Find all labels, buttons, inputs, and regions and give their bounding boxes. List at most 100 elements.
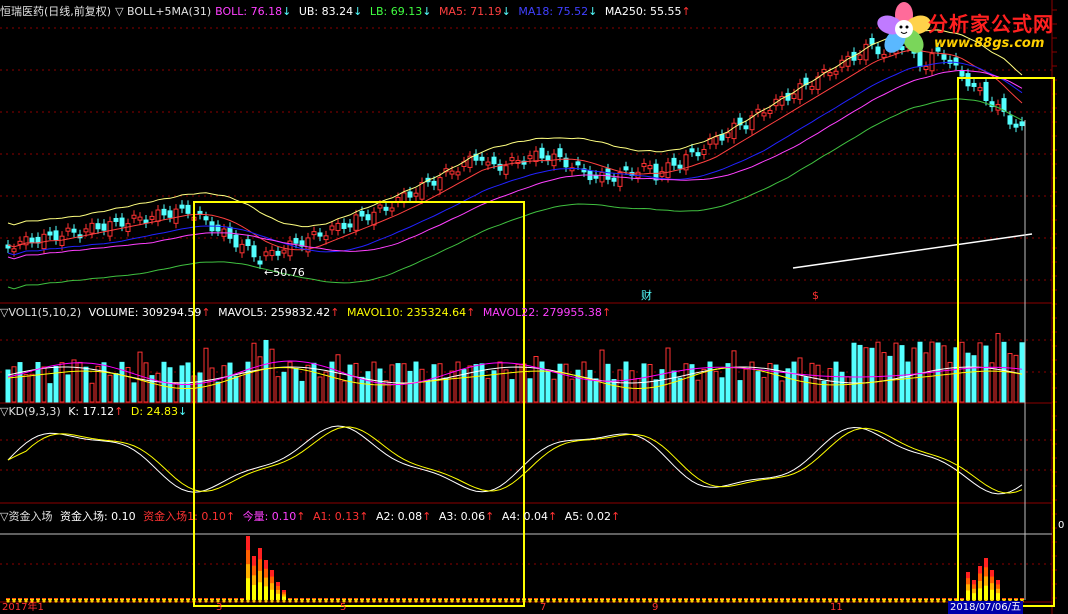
fund-title[interactable]: ▽资金入场 [0, 510, 52, 523]
fund-dot [402, 599, 406, 603]
candle [101, 223, 107, 231]
volume-bar [551, 378, 557, 403]
fund-dot [324, 599, 328, 603]
volume-bar [107, 374, 113, 403]
fund-dot [936, 599, 940, 603]
fund-dot [468, 599, 472, 603]
finance-marker[interactable]: 财 [641, 289, 652, 303]
fund-dot [204, 599, 208, 603]
candle [437, 177, 443, 191]
highlight-box-left [193, 201, 525, 607]
fund-dot [846, 599, 850, 603]
candle [557, 148, 563, 158]
volume-bar [761, 376, 767, 403]
candle [953, 57, 959, 66]
volume-bar [611, 378, 617, 403]
candle [167, 210, 173, 218]
stock-title: 恒瑞医药(日线,前复权) [0, 5, 112, 18]
fund-dot [504, 599, 508, 603]
volume-bar [749, 361, 755, 403]
fund-dot [558, 599, 562, 603]
fund-dot [906, 599, 910, 603]
candle [341, 222, 347, 229]
fund-dot [372, 599, 376, 603]
ma250-value: MA250: 55.55 [604, 5, 682, 18]
fund-dot [186, 599, 190, 603]
fund-dot [822, 599, 826, 603]
fund-dot [894, 599, 898, 603]
fund-dot [786, 599, 790, 603]
fund-dot [498, 599, 502, 603]
fund-dot [492, 599, 496, 603]
volume-bar [239, 372, 245, 403]
fund-dot [330, 599, 334, 603]
fund-dot [804, 599, 808, 603]
volume-bar [173, 382, 179, 403]
volume-bar [671, 370, 677, 403]
candle [641, 162, 647, 168]
volume-bar [665, 347, 671, 403]
volume-bar [935, 342, 941, 403]
volume-bar [893, 342, 899, 403]
volume-bar [785, 368, 791, 403]
stock-chart-window: 恒瑞医药(日线,前复权) ▽ BOLL+5MA(31) BOLL: 76.18↓ U… [0, 0, 1068, 614]
fund-dot [246, 599, 250, 603]
volume-bar [737, 380, 743, 403]
volume-bar [323, 371, 329, 403]
fund-dot [462, 599, 466, 603]
candle [491, 156, 497, 165]
candle [233, 234, 239, 248]
volume-bar [923, 352, 929, 403]
lb-value: LB: 69.13 [369, 5, 423, 18]
fund-dot [864, 599, 868, 603]
candle [389, 207, 395, 212]
candle [17, 240, 23, 245]
boll-lower-line [7, 98, 1023, 290]
fund-dot [576, 599, 580, 603]
candle [131, 214, 137, 219]
candle [71, 228, 77, 233]
volume-bar [203, 347, 209, 403]
candle [647, 165, 653, 170]
fund-dot [258, 599, 262, 603]
volume-bar [215, 381, 221, 403]
volume-bar [419, 368, 425, 403]
axis-label-current-date: 2018/07/06/五 [948, 601, 1024, 614]
up-arrow-icon: ↑ [548, 510, 558, 523]
volume-bar [899, 345, 905, 403]
candle [239, 243, 245, 254]
indicator-name[interactable]: ▽ BOLL+5MA(31) [115, 5, 211, 18]
up-arrow-icon: ↑ [114, 405, 124, 418]
fund-dot [810, 599, 814, 603]
candle [599, 172, 605, 183]
volume-bar [1013, 354, 1019, 403]
flower-logo-icon [877, 2, 931, 53]
logo-url: www.88gs.com [934, 36, 1045, 51]
fund-dot [942, 599, 946, 603]
volume-bar [53, 366, 59, 403]
candle [719, 134, 725, 141]
kd-title[interactable]: ▽KD(9,3,3) [0, 405, 61, 418]
axis-label: 9 [652, 602, 659, 613]
volume-bar [575, 369, 581, 403]
fund-dot [768, 599, 772, 603]
volume-bar [455, 361, 461, 403]
down-arrow-icon: ↓ [353, 5, 363, 18]
fund-bar [276, 593, 280, 600]
fund-bar [252, 585, 256, 600]
up-arrow-icon: ↑ [466, 306, 476, 319]
dividend-marker[interactable]: $ [812, 289, 819, 303]
fund-dot [750, 599, 754, 603]
volume-bar [845, 376, 851, 403]
fund-dot [396, 599, 400, 603]
fund-dot [294, 599, 298, 603]
up-arrow-icon: ↑ [610, 510, 621, 523]
candle [575, 161, 581, 166]
candle [761, 112, 767, 117]
candle [161, 208, 167, 216]
candle [689, 148, 695, 153]
mavol5-value: MAVOL5: 259832.42 [218, 306, 331, 319]
volume-title[interactable]: ▽VOL1(5,10,2) [0, 306, 81, 319]
volume-bar [473, 364, 479, 403]
fund-dot [288, 599, 292, 603]
